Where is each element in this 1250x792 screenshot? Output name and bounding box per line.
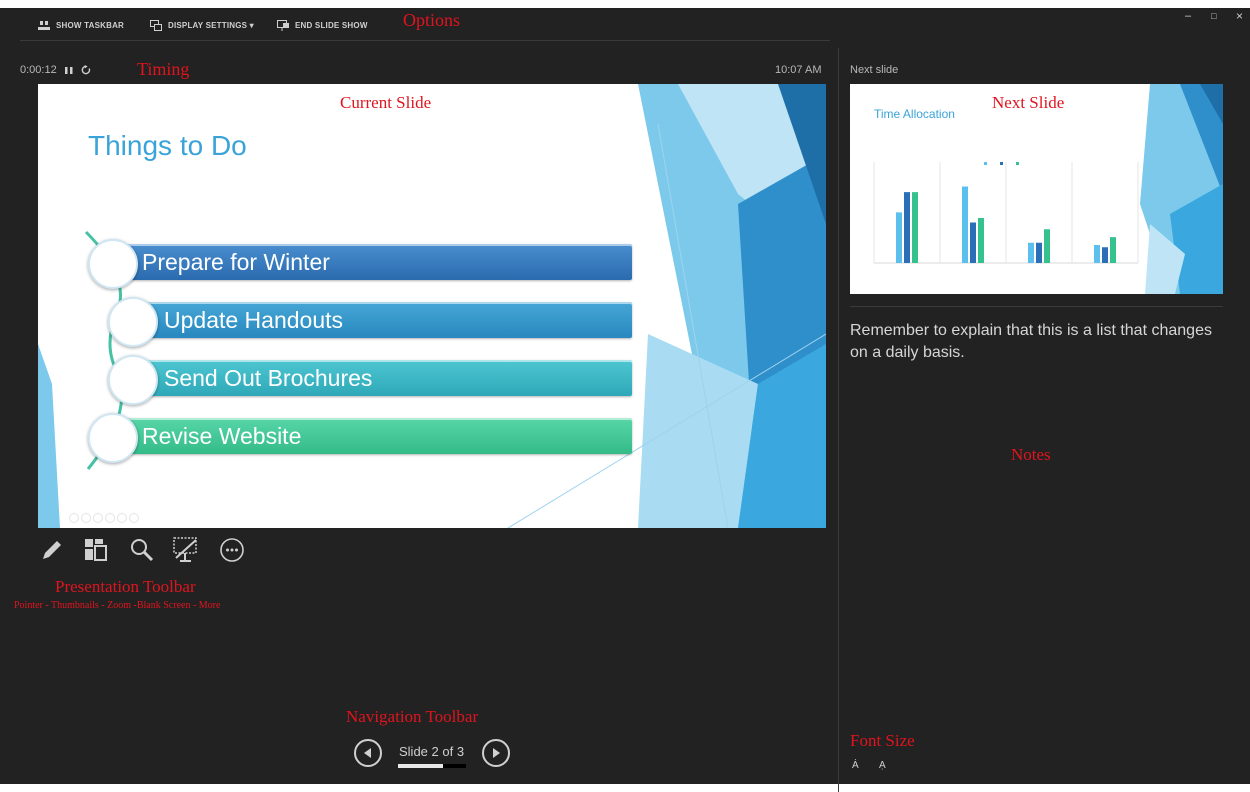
slide-counter[interactable]: Slide 2 of 3 [399,744,464,759]
end-slide-show-button[interactable]: END SLIDE SHOW [277,20,368,31]
annotation-presentation-toolbar-sub: Pointer - Thumbnails - Zoom -Blank Scree… [14,600,221,611]
show-taskbar-label: SHOW TASKBAR [56,20,125,30]
top-toolbar: SHOW TASKBAR DISPLAY SETTINGS ▾ END SLID… [0,8,1250,40]
pen-icon [43,541,61,559]
chart-bar [904,192,910,263]
annotation-navigation-toolbar: Navigation Toolbar [346,707,479,726]
restore-button[interactable]: □ [1211,11,1216,21]
chart-bar [978,218,984,263]
chart-bar [970,222,976,263]
show-taskbar-button[interactable]: SHOW TASKBAR [38,20,124,30]
end-slide-show-label: END SLIDE SHOW [295,21,368,30]
chart-bar [1028,242,1034,263]
taskbar-icon [38,21,50,30]
next-slide-button[interactable] [482,739,510,767]
previous-slide-button[interactable] [354,739,382,767]
pane-divider[interactable] [838,48,839,792]
list-bullet [88,413,138,463]
legend-swatch [984,162,987,165]
chart-bar [1094,245,1100,263]
zoom-icon [131,539,154,562]
next-slide-label: Next slide [850,64,899,76]
increase-font-size-button[interactable]: Ȧ [852,760,859,771]
next-slide-chart [873,162,1139,264]
end-slide-show-icon [277,20,289,31]
decrease-font-size-button[interactable]: Ạ [879,760,886,771]
display-settings-icon [150,20,162,31]
pen-pointer-button[interactable] [38,536,66,564]
list-item-label: Revise Website [142,422,302,449]
restart-icon[interactable] [81,65,91,75]
legend-swatch [1000,162,1003,165]
font-decrease-icon: Ạ [879,760,886,771]
slide-progress-track [398,764,466,768]
list-bullet [108,355,158,405]
annotation-font-size: Font Size [850,731,915,750]
chart-bar [896,212,902,263]
thumbnails-icon [85,539,107,561]
slide-progress-fill [398,764,443,768]
annotation-presentation-toolbar: Presentation Toolbar [55,577,196,596]
annotation-options: Options [403,10,461,30]
font-increase-icon: Ȧ [852,760,859,771]
clock: 10:07 AM [775,64,822,76]
chart-bar [1036,242,1042,263]
annotation-notes: Notes [1011,445,1051,464]
pause-icon[interactable] [64,66,73,75]
annotation-timing: Timing [137,59,190,79]
list-item-label: Send Out Brochures [164,364,373,391]
list-item: Prepare for Winter [112,244,632,280]
chevron-left-icon [364,748,371,758]
chevron-right-icon [493,748,500,758]
see-all-slides-button[interactable] [82,536,110,564]
zoom-button[interactable] [128,536,156,564]
display-settings-label: DISPLAY SETTINGS ▾ [168,21,254,30]
next-slide-title: Time Allocation [874,107,955,121]
legend-swatch [1016,162,1019,165]
display-settings-button[interactable]: DISPLAY SETTINGS ▾ [150,20,254,31]
notes-divider [850,306,1223,307]
more-icon [220,538,244,562]
chart-bar [962,186,968,263]
chart-bar [912,192,918,263]
chart-bar [1044,229,1050,263]
list-item-label: Update Handouts [164,306,344,333]
minimize-button[interactable]: – [1185,10,1191,22]
slide-mini-toolbar[interactable] [66,512,146,524]
elapsed-time: 0:00:12 [20,64,57,76]
chart-bar [1102,247,1108,263]
next-slide-preview[interactable]: Time Allocation [850,84,1223,294]
presenter-view: SHOW TASKBAR DISPLAY SETTINGS ▾ END SLID… [0,0,1250,792]
more-options-button[interactable] [218,536,246,564]
blank-screen-icon [173,537,197,562]
speaker-notes[interactable]: Remember to explain that this is a list … [850,320,1220,364]
current-slide[interactable]: Things to Do Prepare for Winter Update H… [38,84,826,528]
list-item: Revise Website [112,418,632,454]
list-item: Send Out Brochures [134,360,632,396]
annotation-current-slide: Current Slide [340,93,432,112]
list-bullet [108,297,158,347]
timer: 0:00:12 [20,64,91,76]
blank-screen-button[interactable] [172,536,200,564]
toolbar-divider [20,40,830,41]
slide-title: Things to Do [88,130,247,161]
list-bullet [88,239,138,289]
chart-bar [1110,237,1116,263]
list-item-label: Prepare for Winter [142,248,330,275]
close-button[interactable]: × [1236,9,1243,23]
list-item: Update Handouts [134,302,632,338]
annotation-next-slide: Next Slide [992,93,1065,112]
